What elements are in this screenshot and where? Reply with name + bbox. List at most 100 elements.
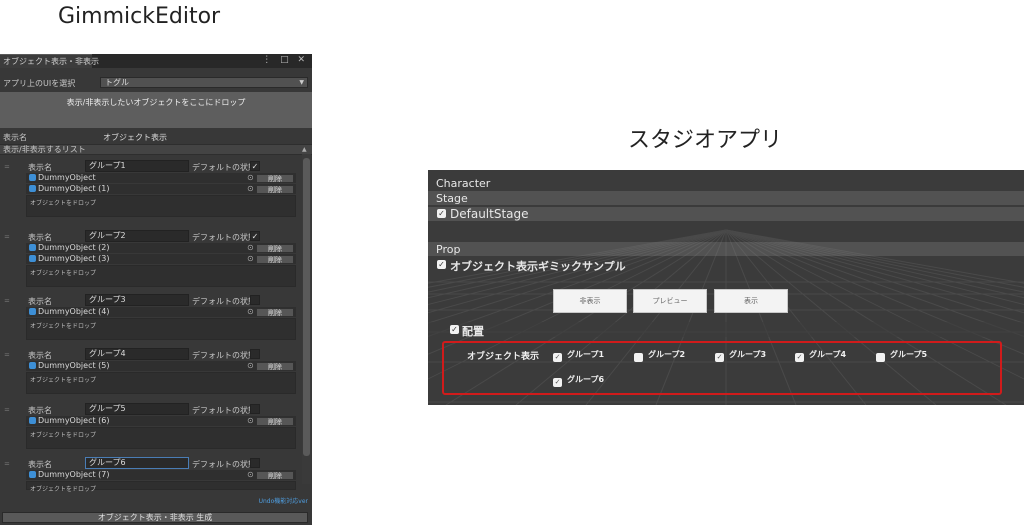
checkmark-icon: ✓ [716, 353, 723, 361]
group-toggle-checkbox[interactable]: ✓ [553, 353, 562, 362]
target-icon[interactable]: ⊙ [247, 361, 254, 371]
object-drop-area[interactable]: オブジェクトをドロップ [26, 318, 296, 340]
cube-icon [29, 185, 36, 192]
drop-object-hint: オブジェクトをドロップ [30, 323, 97, 330]
object-name: DummyObject (5) [38, 361, 110, 370]
group-name-field[interactable]: グループ5 [85, 403, 189, 415]
prop-band [428, 242, 1024, 256]
delete-button[interactable]: 削除 [256, 471, 294, 480]
checkmark-icon: ✓ [251, 162, 259, 171]
default-state-label: デフォルトの状態 [192, 351, 256, 360]
studio-app-window: Character Stage ✓ DefaultStage Prop ✓ オブ… [428, 170, 1024, 405]
group-toggle-label: グループ2 [648, 350, 686, 359]
delete-button[interactable]: 削除 [256, 185, 294, 194]
object-name: DummyObject [38, 173, 96, 182]
cube-icon [29, 174, 36, 181]
hide-button[interactable]: 非表示 [553, 289, 627, 313]
object-name: DummyObject (7) [38, 470, 110, 479]
gimmick-title: オブジェクト表示ギミックサンプル [450, 260, 626, 273]
group-toggle-label: グループ4 [809, 350, 847, 359]
default-state-checkbox[interactable] [250, 349, 260, 359]
default-state-label: デフォルトの状態 [192, 297, 256, 306]
object-drop-area[interactable]: オブジェクトをドロップ [26, 481, 296, 493]
default-state-checkbox[interactable] [250, 295, 260, 305]
drop-object-hint: オブジェクトをドロップ [30, 200, 97, 207]
default-state-checkbox[interactable] [250, 404, 260, 414]
show-button[interactable]: 表示 [714, 289, 788, 313]
default-state-checkbox[interactable]: ✓ [250, 161, 260, 171]
object-name: DummyObject (1) [38, 184, 110, 193]
target-icon[interactable]: ⊙ [247, 173, 254, 183]
drag-handle-icon[interactable]: = [4, 297, 10, 305]
generate-button[interactable]: オブジェクト表示・非表示 生成 [2, 512, 308, 523]
drop-object-hint: オブジェクトをドロップ [30, 377, 97, 384]
group-name-field[interactable]: グループ3 [85, 294, 189, 306]
cube-icon [29, 244, 36, 251]
drop-zone-hint: 表示/非表示したいオブジェクトをここにドロップ [66, 98, 246, 107]
select-ui-label: アプリ上のUIを選択 [3, 79, 76, 88]
object-drop-area[interactable]: オブジェクトをドロップ [26, 265, 296, 287]
select-ui-dropdown[interactable]: トグル ▼ [100, 77, 308, 88]
group-name-field[interactable]: グループ1 [85, 160, 189, 172]
target-icon[interactable]: ⊙ [247, 243, 254, 253]
group-toggle-checkbox[interactable]: ✓ [715, 353, 724, 362]
undo-note: Undo機能対応ver [258, 498, 308, 505]
default-state-checkbox[interactable] [250, 458, 260, 468]
drag-handle-icon[interactable]: = [4, 460, 10, 468]
checkmark-icon: ✓ [796, 353, 803, 361]
drag-handle-icon[interactable]: = [4, 163, 10, 171]
group-toggle-label: グループ6 [567, 375, 605, 384]
target-icon[interactable]: ⊙ [247, 184, 254, 194]
placement-checkbox[interactable]: ✓ [450, 325, 459, 334]
delete-button[interactable]: 削除 [256, 255, 294, 264]
editor-tab[interactable]: オブジェクト表示・非表示 [0, 54, 99, 68]
group-name-field[interactable]: グループ2 [85, 230, 189, 242]
default-state-checkbox[interactable]: ✓ [250, 231, 260, 241]
delete-button[interactable]: 削除 [256, 174, 294, 183]
group-toggle-label: グループ5 [890, 350, 928, 359]
object-drop-area[interactable]: オブジェクトをドロップ [26, 427, 296, 449]
checkmark-icon: ✓ [251, 232, 259, 241]
default-stage-checkbox[interactable]: ✓ [437, 209, 446, 218]
group-toggle-label: グループ3 [729, 350, 767, 359]
object-drop-area[interactable]: オブジェクトをドロップ [26, 195, 296, 217]
default-state-label: デフォルトの状態 [192, 460, 256, 469]
group-toggle-checkbox[interactable]: ✓ [795, 353, 804, 362]
default-state-label: デフォルトの状態 [192, 406, 256, 415]
editor-tab-bar: オブジェクト表示・非表示 ⋮ □ ✕ [0, 54, 312, 68]
default-state-label: デフォルトの状態 [192, 163, 256, 172]
target-icon[interactable]: ⊙ [247, 254, 254, 264]
object-display-label: オブジェクト表示 [467, 352, 540, 362]
checkmark-icon: ✓ [554, 353, 561, 361]
drag-handle-icon[interactable]: = [4, 233, 10, 241]
object-name: DummyObject (3) [38, 254, 110, 263]
target-icon[interactable]: ⊙ [247, 470, 254, 480]
delete-button[interactable]: 削除 [256, 308, 294, 317]
object-drop-area[interactable]: オブジェクトをドロップ [26, 372, 296, 394]
delete-button[interactable]: 削除 [256, 417, 294, 426]
target-icon[interactable]: ⊙ [247, 416, 254, 426]
delete-button[interactable]: 削除 [256, 362, 294, 371]
group-toggle-checkbox[interactable] [634, 353, 643, 362]
drag-handle-icon[interactable]: = [4, 351, 10, 359]
drop-object-hint: オブジェクトをドロップ [30, 432, 97, 439]
object-drop-zone[interactable]: 表示/非表示したいオブジェクトをここにドロップ [0, 92, 312, 128]
studio-app-caption: スタジオアプリ [628, 128, 783, 153]
group-name-field[interactable]: グループ6 [85, 457, 189, 469]
gimmick-checkbox[interactable]: ✓ [437, 260, 446, 269]
preview-button[interactable]: プレビュー [633, 289, 707, 313]
group-toggle-checkbox[interactable] [876, 353, 885, 362]
display-name-field[interactable]: オブジェクト表示 [103, 132, 167, 143]
group-label: 表示名 [28, 460, 52, 469]
scroll-up-icon[interactable]: ▲ [302, 146, 307, 153]
object-name: DummyObject (4) [38, 307, 110, 316]
drag-handle-icon[interactable]: = [4, 406, 10, 414]
group-name-field[interactable]: グループ4 [85, 348, 189, 360]
delete-button[interactable]: 削除 [256, 244, 294, 253]
scrollbar-thumb[interactable] [303, 158, 310, 456]
target-icon[interactable]: ⊙ [247, 307, 254, 317]
cube-icon [29, 255, 36, 262]
group-toggle-checkbox[interactable]: ✓ [553, 378, 562, 387]
window-controls[interactable]: ⋮ □ ✕ [262, 55, 308, 65]
placement-band [428, 322, 1024, 337]
